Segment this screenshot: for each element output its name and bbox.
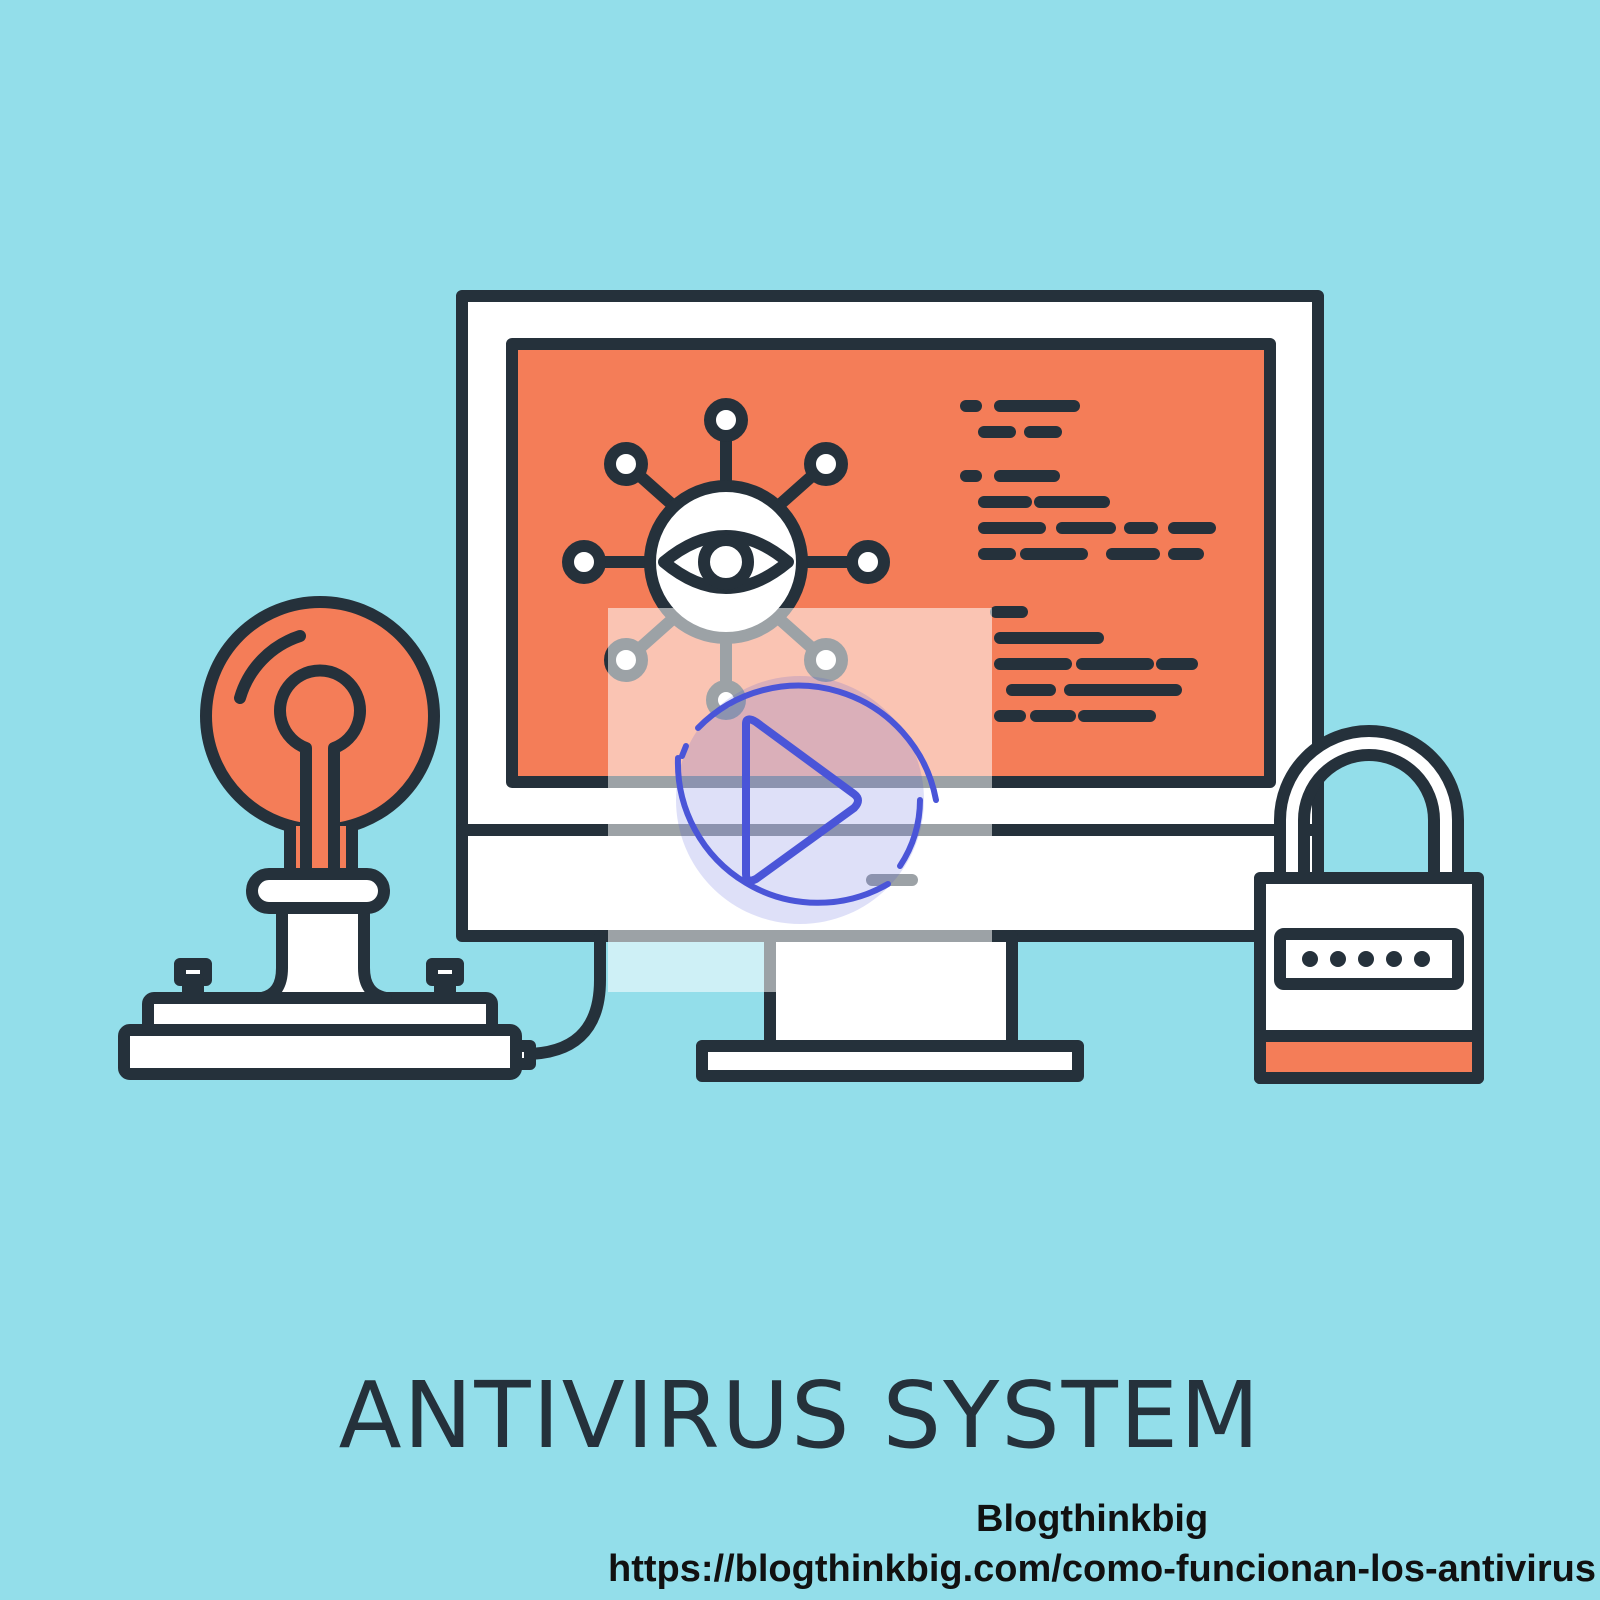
source-name: Blogthinkbig — [976, 1498, 1209, 1540]
headline: ANTIVIRUS SYSTEM — [338, 1362, 1262, 1469]
padlock-icon — [1254, 725, 1484, 1084]
play-button[interactable] — [648, 648, 952, 952]
source-url[interactable]: https://blogthinkbig.com/como-funcionan-… — [608, 1548, 1596, 1591]
play-icon — [674, 676, 939, 924]
